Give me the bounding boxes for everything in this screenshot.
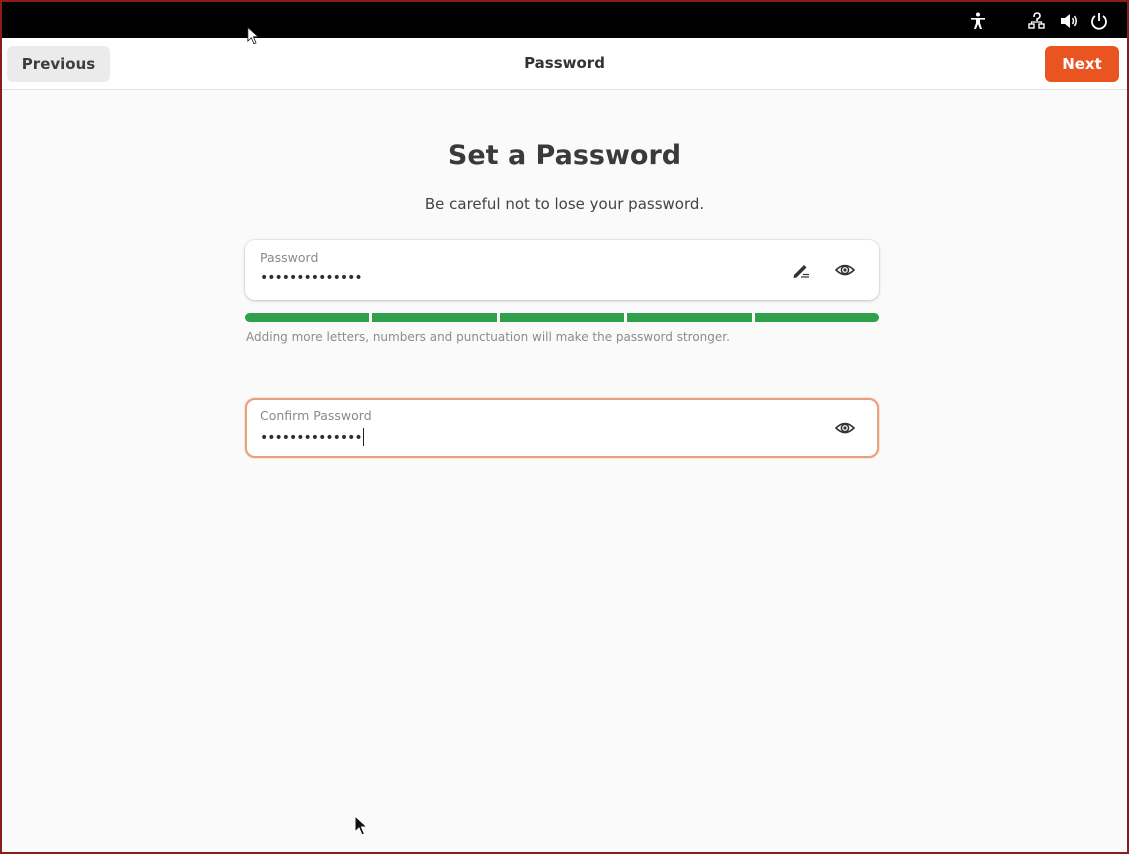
edit-icon[interactable] — [790, 259, 812, 281]
strength-segment — [245, 313, 370, 322]
confirm-password-input[interactable]: •••••••••••••• — [260, 428, 364, 446]
strength-segment — [627, 313, 752, 322]
installer-window: Previous Password Next Set a Password Be… — [0, 0, 1129, 854]
top-bar — [2, 2, 1127, 38]
mouse-pointer-icon — [354, 815, 368, 836]
password-strength-meter — [245, 313, 880, 322]
main-heading: Set a Password — [447, 140, 682, 171]
confirm-password-field[interactable]: Confirm Password •••••••••••••• — [245, 398, 879, 458]
confirm-password-label: Confirm Password — [260, 408, 372, 423]
password-input[interactable]: •••••••••••••• — [260, 270, 363, 286]
password-field[interactable]: Password •••••••••••••• — [245, 240, 879, 300]
strength-segment — [372, 313, 497, 322]
network-icon[interactable] — [1027, 11, 1047, 31]
power-icon[interactable] — [1089, 11, 1109, 31]
confirm-password-value: •••••••••••••• — [260, 430, 363, 446]
header-bar: Previous Password Next — [2, 38, 1127, 90]
show-password-icon[interactable] — [834, 417, 856, 439]
accessibility-icon[interactable] — [968, 11, 988, 31]
show-password-icon[interactable] — [834, 259, 856, 281]
strength-segment — [499, 313, 625, 322]
next-button[interactable]: Next — [1045, 46, 1119, 82]
page-title: Password — [524, 54, 605, 72]
volume-icon[interactable] — [1059, 11, 1079, 31]
password-label: Password — [260, 250, 319, 265]
strength-segment — [754, 313, 880, 322]
strength-hint: Adding more letters, numbers and punctua… — [246, 330, 730, 344]
subtitle: Be careful not to lose your password. — [424, 195, 705, 213]
text-caret — [362, 428, 364, 446]
mouse-pointer-icon — [247, 26, 259, 45]
